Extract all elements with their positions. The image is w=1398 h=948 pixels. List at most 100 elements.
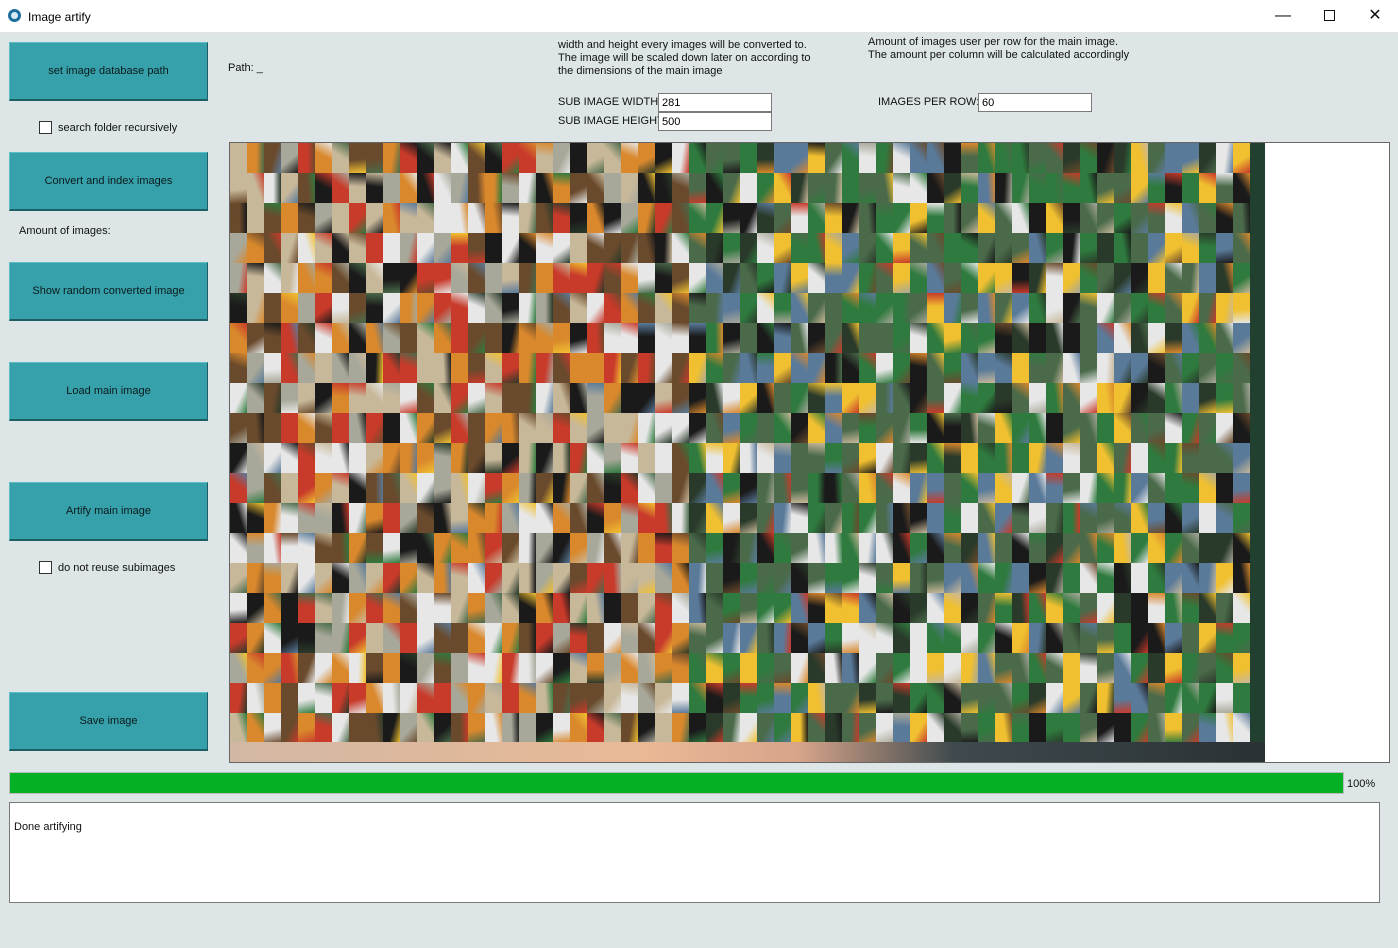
mosaic-tile [791, 563, 808, 593]
mosaic-tile [1080, 293, 1097, 323]
mosaic-tile [332, 413, 349, 443]
mosaic-tile [706, 173, 723, 203]
mosaic-tile [536, 233, 553, 263]
show-random-button[interactable]: Show random converted image [9, 262, 208, 321]
mosaic-tile [281, 293, 298, 323]
mosaic-tile [349, 233, 366, 263]
mosaic-tile [264, 443, 281, 473]
mosaic-tile [553, 653, 570, 683]
mosaic-tile [1114, 293, 1131, 323]
mosaic-tile [349, 683, 366, 713]
mosaic-tile [1029, 233, 1046, 263]
mosaic-tile [383, 713, 400, 743]
checkbox-box[interactable] [39, 561, 52, 574]
mosaic-tile [910, 383, 927, 413]
mosaic-tile [417, 143, 434, 173]
mosaic-tile [383, 383, 400, 413]
mosaic-tile [536, 173, 553, 203]
mosaic-tile [383, 203, 400, 233]
mosaic-tile [349, 563, 366, 593]
mosaic-tile [587, 383, 604, 413]
mosaic-tile [740, 443, 757, 473]
mosaic-tile [825, 653, 842, 683]
save-image-button[interactable]: Save image [9, 692, 208, 751]
mosaic-tile [247, 263, 264, 293]
mosaic-tile [859, 623, 876, 653]
mosaic-tile [978, 143, 995, 173]
mosaic-tile [502, 323, 519, 353]
mosaic-tile [298, 143, 315, 173]
mosaic-tile [672, 683, 689, 713]
mosaic-tile [553, 503, 570, 533]
search-recursively-checkbox[interactable]: search folder recursively [39, 121, 177, 134]
mosaic-tile [1080, 713, 1097, 743]
mosaic-tile [961, 203, 978, 233]
sub-height-input[interactable] [658, 112, 772, 131]
mosaic-tile [638, 323, 655, 353]
close-button[interactable]: ✕ [1352, 0, 1398, 32]
mosaic-tile [1012, 353, 1029, 383]
mosaic-tile [1233, 683, 1250, 713]
path-label: Path: _ [228, 62, 263, 74]
mosaic-tile [570, 353, 587, 383]
minimize-button[interactable]: — [1260, 0, 1306, 32]
load-main-image-button[interactable]: Load main image [9, 362, 208, 421]
mosaic-tile [1080, 413, 1097, 443]
mosaic-tile [1029, 683, 1046, 713]
mosaic-tile [1131, 173, 1148, 203]
mosaic-tile [910, 263, 927, 293]
mosaic-tile [315, 563, 332, 593]
mosaic-tile [1165, 443, 1182, 473]
mosaic-tile [621, 323, 638, 353]
mosaic-tile [893, 473, 910, 503]
mosaic-tile [434, 353, 451, 383]
mosaic-tile [553, 683, 570, 713]
mosaic-tile [689, 173, 706, 203]
mosaic-tile [502, 593, 519, 623]
mosaic-tile [587, 203, 604, 233]
mosaic-tile [1063, 713, 1080, 743]
mosaic-tile [910, 683, 927, 713]
mosaic-tile [434, 623, 451, 653]
log-output[interactable]: Done artifying [9, 802, 1380, 903]
artify-button[interactable]: Artify main image [9, 482, 208, 541]
mosaic-tile [400, 593, 417, 623]
mosaic-tile [842, 653, 859, 683]
mosaic-tile [842, 143, 859, 173]
mosaic-tile [281, 413, 298, 443]
mosaic-tile [1131, 323, 1148, 353]
mosaic-tile [485, 713, 502, 743]
mosaic-tile [638, 533, 655, 563]
mosaic-tile [400, 473, 417, 503]
mosaic-tile [281, 563, 298, 593]
mosaic-tile [842, 203, 859, 233]
mosaic-tile [570, 263, 587, 293]
mosaic-tile [791, 413, 808, 443]
mosaic-tile [621, 623, 638, 653]
progress-fill [10, 773, 1343, 793]
mosaic-tile [944, 713, 961, 743]
mosaic-tile [1114, 173, 1131, 203]
mosaic-tile [638, 233, 655, 263]
maximize-button[interactable] [1306, 0, 1352, 32]
mosaic-tile [1165, 653, 1182, 683]
mosaic-tile [587, 263, 604, 293]
mosaic-tile [366, 503, 383, 533]
checkbox-box[interactable] [39, 121, 52, 134]
mosaic-tile [1216, 173, 1233, 203]
convert-index-button[interactable]: Convert and index images [9, 152, 208, 211]
mosaic-tile [944, 413, 961, 443]
mosaic-tile [740, 203, 757, 233]
mosaic-tile [1182, 473, 1199, 503]
mosaic-tile [842, 293, 859, 323]
set-database-path-button[interactable]: set image database path [9, 42, 208, 101]
sub-width-input[interactable] [658, 93, 772, 112]
mosaic-tile [961, 623, 978, 653]
mosaic-tile [1148, 443, 1165, 473]
mosaic-tile [298, 533, 315, 563]
mosaic-tile [1114, 353, 1131, 383]
mosaic-tile [1216, 683, 1233, 713]
no-reuse-checkbox[interactable]: do not reuse subimages [39, 561, 175, 574]
mosaic-tile [859, 143, 876, 173]
per-row-input[interactable] [978, 93, 1092, 112]
